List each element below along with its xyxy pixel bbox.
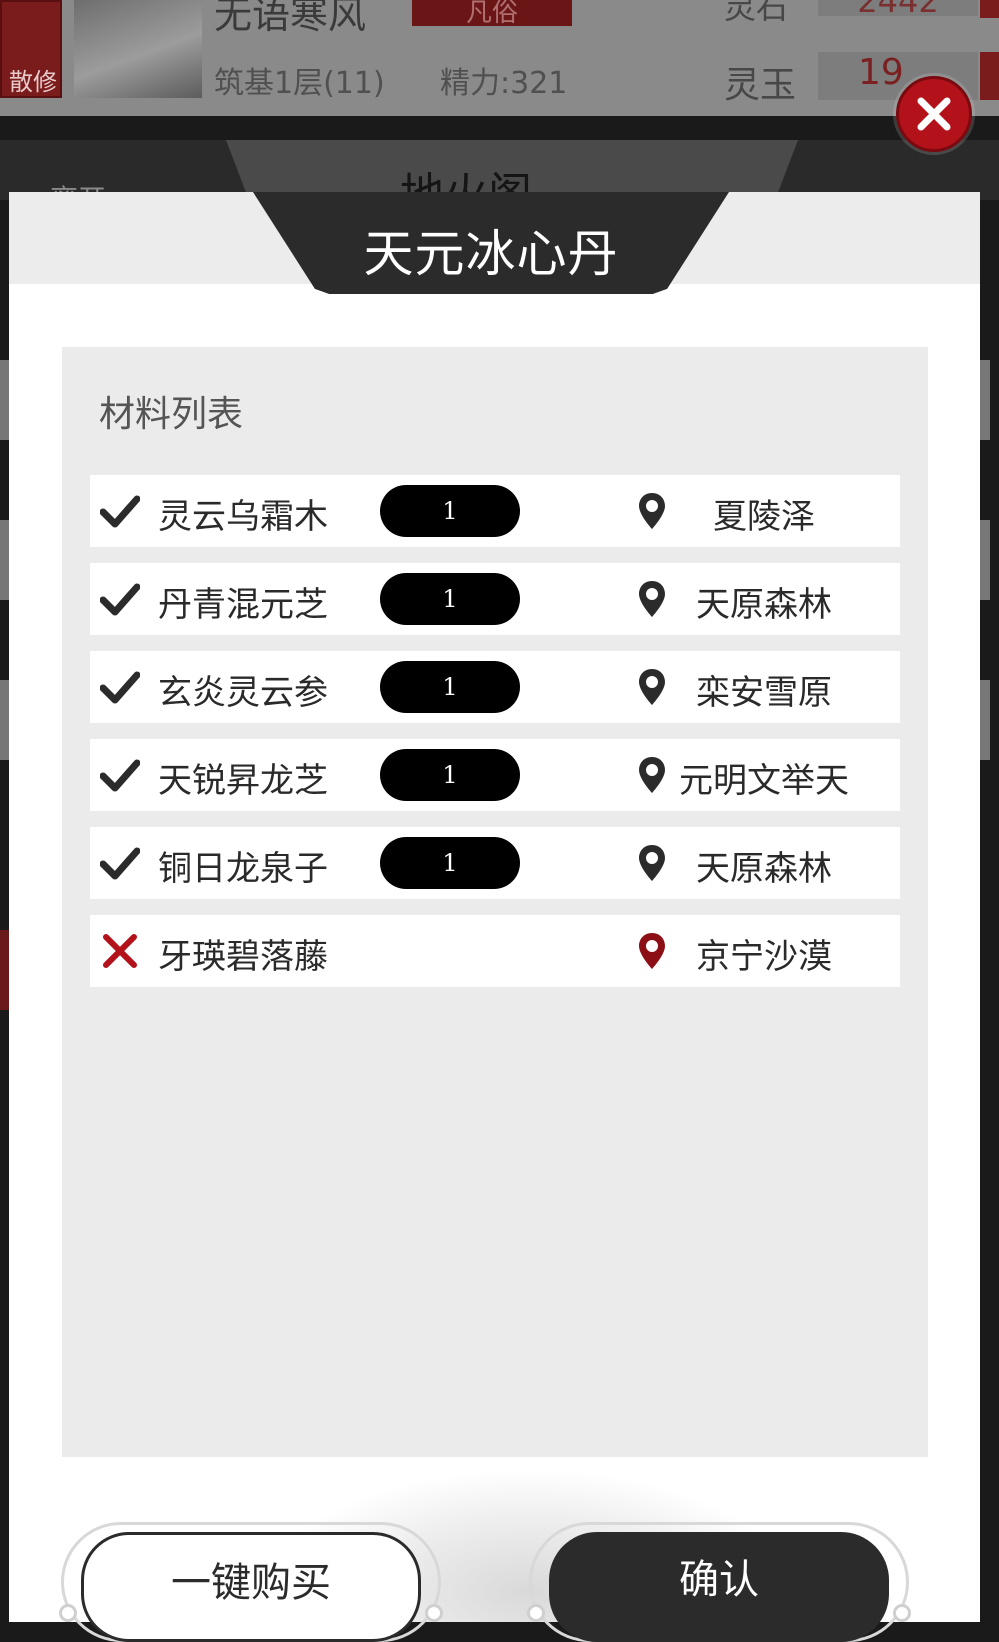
material-row[interactable]: 灵云乌霜木 1 夏陵泽: [90, 475, 900, 547]
material-quantity: 1: [380, 485, 520, 537]
material-location[interactable]: 夏陵泽: [670, 489, 858, 538]
material-name: 铜日龙泉子: [158, 849, 328, 889]
button-frame-knob: [893, 1604, 911, 1622]
material-name: 灵云乌霜木: [158, 497, 328, 537]
buy-all-button[interactable]: 一键购买: [81, 1532, 421, 1642]
material-location[interactable]: 天原森林: [670, 841, 858, 890]
dialog-title: 天元冰心丹: [363, 225, 619, 283]
map-pin-icon[interactable]: [638, 492, 666, 530]
check-icon: [100, 759, 140, 792]
check-icon: [100, 495, 140, 528]
material-quantity: 1: [380, 661, 520, 713]
material-row[interactable]: 铜日龙泉子 1 天原森林: [90, 827, 900, 899]
map-pin-icon[interactable]: [638, 580, 666, 618]
material-name: 天锐昇龙芝: [158, 761, 328, 801]
materials-panel-label: 材料列表: [99, 394, 244, 435]
material-quantity: 1: [380, 573, 520, 625]
stone-value: 2442: [818, 0, 978, 20]
material-row[interactable]: 天锐昇龙芝 1 元明文举天: [90, 739, 900, 811]
cross-icon: [103, 934, 137, 968]
background-side-strip: [980, 360, 990, 440]
material-quantity: 1: [380, 837, 520, 889]
material-row[interactable]: 玄炎灵云参 1 栾安雪原: [90, 651, 900, 723]
check-icon: [100, 583, 140, 616]
material-location[interactable]: 京宁沙漠: [670, 929, 858, 978]
recipe-dialog: 天元冰心丹 材料列表 灵云乌霜木 1 夏陵泽 丹青混元芝 1 天原森林 玄炎灵云…: [9, 192, 980, 1642]
material-location[interactable]: 元明文举天: [670, 753, 858, 802]
material-row[interactable]: 牙瑛碧落藤 京宁沙漠: [90, 915, 900, 987]
material-name: 牙瑛碧落藤: [158, 937, 328, 977]
button-frame-knob: [527, 1604, 545, 1622]
stone-label: 灵石: [724, 0, 789, 26]
material-quantity: 1: [380, 749, 520, 801]
avatar: [74, 0, 202, 98]
player-name: 无语寒风: [214, 0, 367, 37]
material-row[interactable]: 丹青混元芝 1 天原森林: [90, 563, 900, 635]
player-energy: 精力:321: [440, 66, 568, 101]
background-side-strip: [980, 680, 990, 760]
sect-badge: 散修: [0, 0, 62, 98]
material-name: 玄炎灵云参: [158, 673, 328, 713]
add-jade-button: [980, 52, 999, 100]
sect-badge-label: 散修: [9, 68, 57, 96]
jade-label: 灵玉: [724, 65, 797, 106]
map-pin-icon[interactable]: [638, 668, 666, 706]
rank-badge: 凡俗: [412, 0, 572, 28]
close-icon: [917, 97, 951, 131]
confirm-button[interactable]: 确认: [549, 1532, 889, 1642]
materials-panel: 材料列表 灵云乌霜木 1 夏陵泽 丹青混元芝 1 天原森林 玄炎灵云参 1 栾安…: [62, 347, 928, 1457]
close-button[interactable]: [896, 76, 972, 152]
check-icon: [100, 671, 140, 704]
material-location[interactable]: 天原森林: [670, 577, 858, 626]
button-frame-knob: [425, 1604, 443, 1622]
material-location[interactable]: 栾安雪原: [670, 665, 858, 714]
background-side-strip: [980, 520, 990, 600]
material-name: 丹青混元芝: [158, 585, 328, 625]
map-pin-icon[interactable]: [638, 756, 666, 794]
player-level: 筑基1层(11): [214, 66, 385, 101]
map-pin-icon[interactable]: [638, 932, 666, 970]
check-icon: [100, 847, 140, 880]
add-stone-button: [980, 0, 999, 18]
button-frame-knob: [59, 1604, 77, 1622]
map-pin-icon[interactable]: [638, 844, 666, 882]
